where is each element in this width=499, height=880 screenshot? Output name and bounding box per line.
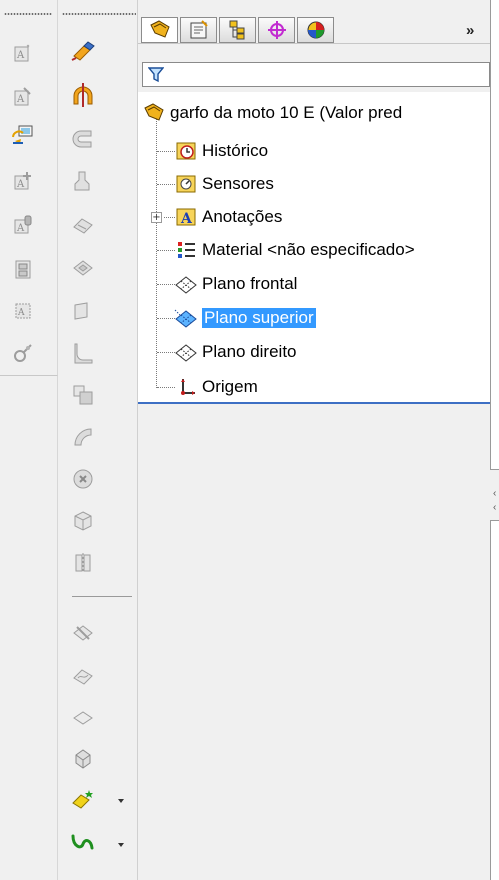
solidworks-window: A A A A A » + garfo da moto 10 E (Valor … [0, 0, 499, 880]
linear-pattern-icon[interactable] [70, 382, 96, 408]
rib-icon[interactable] [70, 424, 96, 450]
sensor-icon [174, 172, 198, 196]
tree-item-label: Histórico [202, 141, 269, 160]
tree-connector [157, 151, 175, 152]
toolbar-empty-area [0, 375, 58, 880]
expand-toggle[interactable]: + [151, 212, 162, 223]
tree-item-label: Anotações [202, 207, 283, 226]
weld-symbol-icon[interactable]: A [10, 298, 36, 324]
material-icon [174, 238, 198, 262]
propertymanager-tab[interactable] [180, 17, 217, 43]
svg-text:A: A [16, 179, 25, 190]
featuremanager-tab[interactable] [141, 17, 178, 43]
tree-item-label: Material <não especificado> [202, 240, 415, 259]
dropdown-arrow-icon[interactable] [118, 843, 124, 847]
tree-item-material[interactable]: Material <não especificado> [174, 237, 415, 263]
swept-boss-icon[interactable] [70, 126, 96, 152]
toolbar-separator [72, 596, 132, 597]
tree-item-historico[interactable]: Histórico [174, 138, 268, 164]
feature-tree: + garfo da moto 10 E (Valor pred Históri… [138, 92, 490, 402]
origin-icon [174, 375, 198, 399]
svg-text:A: A [17, 308, 25, 318]
tree-connector [157, 352, 175, 353]
surface-finish-icon[interactable] [10, 256, 36, 282]
tree-connector [157, 387, 175, 388]
tree-connector [157, 318, 175, 319]
revolved-cut-icon[interactable] [70, 298, 96, 324]
curve-driven-pattern-icon[interactable] [70, 830, 96, 856]
features-toolbar [58, 0, 138, 880]
configurationmanager-tab[interactable] [219, 17, 256, 43]
shell-icon[interactable] [70, 508, 96, 534]
mirror-icon[interactable] [70, 550, 96, 576]
boundary-boss-icon[interactable] [70, 212, 96, 238]
collapse-arrow-icon[interactable]: ‹ [493, 488, 496, 499]
fillet-icon[interactable] [70, 340, 96, 366]
plane-icon [174, 272, 198, 296]
extruded-cut-icon[interactable] [70, 255, 96, 281]
curves-icon[interactable] [70, 663, 96, 689]
lofted-boss-icon[interactable] [70, 168, 96, 194]
ref-geometry-icon[interactable] [70, 620, 96, 646]
dimxpert-tab[interactable] [258, 17, 295, 43]
collapse-arrow-icon[interactable]: ‹ [493, 502, 496, 513]
wrap-icon[interactable] [70, 745, 96, 771]
filter-funnel-icon[interactable] [148, 66, 164, 83]
tree-root-label: garfo da moto 10 E (Valor pred [170, 103, 403, 122]
annotation-toolbar: A A A A A [0, 0, 58, 375]
balloon-icon[interactable]: A [10, 168, 36, 194]
graphics-area-lower[interactable] [490, 520, 499, 880]
tree-item-label: Plano superior [202, 308, 316, 328]
draft-icon[interactable] [70, 466, 96, 492]
instant3d-icon[interactable] [70, 705, 96, 731]
tree-item-label: Plano frontal [202, 274, 298, 293]
tree-item-label: Origem [202, 377, 258, 396]
part-icon [142, 101, 166, 125]
tree-item-plano-superior[interactable]: Plano superior [174, 305, 316, 331]
configuration-icon [229, 20, 244, 40]
tree-filter-field[interactable] [142, 62, 490, 87]
tree-connector [157, 184, 175, 185]
graphics-area-upper[interactable] [490, 0, 499, 470]
revolved-boss-icon[interactable] [70, 82, 96, 108]
tree-item-label: Plano direito [202, 342, 297, 361]
toolbar-grip[interactable] [4, 12, 52, 16]
note-icon[interactable]: A [10, 84, 36, 110]
history-clock-icon [174, 139, 198, 163]
tree-item-plano-direito[interactable]: Plano direito [174, 339, 297, 365]
tree-item-sensores[interactable]: Sensores [174, 171, 274, 197]
tree-item-label: Sensores [202, 174, 274, 193]
tree-root-part[interactable]: garfo da moto 10 E (Valor pred [142, 100, 402, 126]
svg-text:A: A [180, 211, 193, 227]
insert-image-icon[interactable] [10, 122, 36, 148]
tree-bottom-border [138, 402, 490, 404]
tree-connector [157, 250, 175, 251]
plane-icon [174, 340, 198, 364]
tree-connector [156, 117, 157, 388]
annotations-A-icon: A [174, 205, 198, 229]
auto-balloon-icon[interactable]: A [10, 212, 36, 238]
tree-item-anotacoes[interactable]: A Anotações [174, 204, 282, 230]
property-icon [190, 20, 208, 39]
featuremanager-panel: » + garfo da moto 10 E (Valor pred Histó… [138, 0, 490, 880]
plane-icon-selected [174, 306, 198, 330]
appearance-pie-icon [307, 21, 324, 39]
tree-connector [157, 284, 175, 285]
hole-callout-icon[interactable] [10, 340, 36, 366]
dropdown-arrow-icon[interactable] [118, 799, 124, 803]
more-tabs-button[interactable]: » [466, 22, 474, 39]
panel-tab-bar: » [138, 0, 490, 44]
svg-text:A: A [16, 94, 25, 105]
toolbar-grip[interactable] [62, 12, 136, 16]
part-tree-icon [149, 20, 170, 38]
svg-text:A: A [16, 223, 25, 234]
sketch-pattern-icon[interactable] [70, 787, 96, 813]
tree-item-origem[interactable]: Origem [174, 374, 258, 400]
display-manager-tab[interactable] [297, 17, 334, 43]
tree-item-plano-frontal[interactable]: Plano frontal [174, 271, 297, 297]
smart-dimension-icon[interactable]: A [10, 40, 36, 66]
crosshair-icon [267, 21, 286, 39]
extruded-boss-icon[interactable] [70, 38, 96, 64]
svg-text:A: A [16, 50, 25, 61]
